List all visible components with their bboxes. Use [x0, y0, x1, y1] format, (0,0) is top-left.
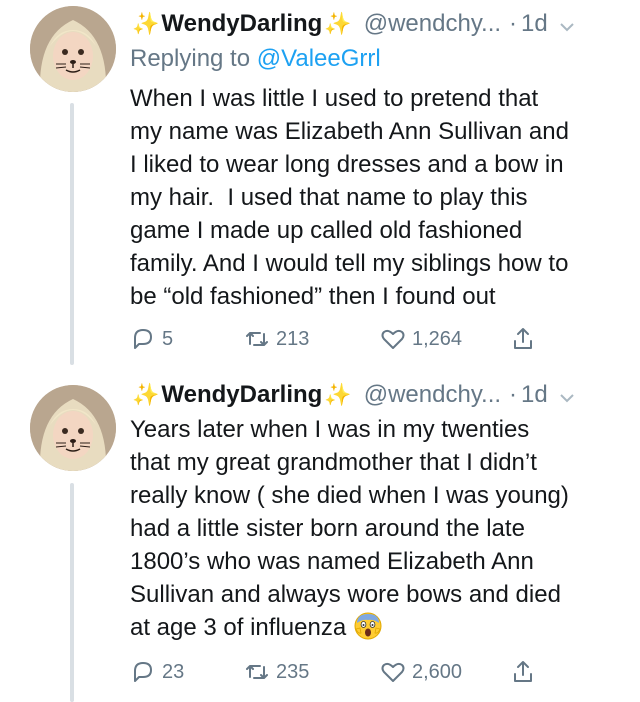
chevron-down-icon[interactable] — [558, 15, 576, 33]
user-handle[interactable]: @wendchy... — [364, 10, 501, 38]
tweet[interactable]: ✨ WendyDarling ✨ @wendchy... · 1d Replyi… — [0, 0, 640, 365]
tweet-text-body: Years later when I was in my twenties th… — [130, 416, 569, 641]
chevron-down-icon[interactable] — [558, 386, 576, 404]
reply-icon — [134, 662, 152, 682]
retweet-icon — [246, 665, 268, 679]
timestamp[interactable]: 1d — [521, 381, 548, 409]
share-icon — [514, 328, 532, 349]
avatar[interactable] — [30, 385, 116, 471]
like-button[interactable]: 2,600 — [380, 655, 462, 689]
tweet[interactable]: ✨ WendyDarling ✨ @wendchy... · 1d Years … — [0, 365, 640, 702]
face-screaming-in-fear-emoji — [353, 611, 383, 641]
separator: · — [509, 10, 518, 37]
display-name[interactable]: WendyDarling — [161, 381, 322, 409]
thread-line — [70, 103, 74, 365]
tweet-header: ✨ WendyDarling ✨ @wendchy... · 1d — [130, 6, 622, 42]
tweet-header: ✨ WendyDarling ✨ @wendchy... · 1d — [130, 377, 622, 413]
retweet-icon — [246, 332, 268, 346]
retweet-button[interactable]: 235 — [244, 655, 309, 689]
sparkles-icon: ✨ — [132, 11, 160, 36]
replying-to-label: Replying to — [130, 45, 251, 72]
heart-icon — [381, 329, 405, 349]
like-count: 1,264 — [412, 327, 463, 350]
tweet-content: ✨ WendyDarling ✨ @wendchy... · 1d Years … — [130, 377, 622, 644]
like-button[interactable]: 1,264 — [380, 322, 462, 356]
reply-count: 5 — [162, 327, 174, 350]
timestamp[interactable]: 1d — [521, 10, 548, 38]
like-count: 2,600 — [412, 660, 463, 683]
tweet-text: Years later when I was in my twenties th… — [130, 413, 622, 644]
share-button[interactable] — [510, 655, 536, 689]
display-name[interactable]: WendyDarling — [161, 10, 322, 38]
thread-line — [70, 483, 74, 702]
reply-button[interactable]: 5 — [130, 322, 173, 356]
avatar-image — [30, 6, 116, 92]
avatar-image — [30, 385, 116, 471]
share-icon — [514, 661, 532, 682]
reply-count: 23 — [162, 660, 185, 683]
tweet-text: When I was little I used to pretend that… — [130, 85, 569, 310]
retweet-button[interactable]: 213 — [244, 322, 309, 356]
reply-button[interactable]: 23 — [130, 655, 184, 689]
replying-to: Replying to @ValeeGrrl — [130, 42, 622, 76]
user-handle[interactable]: @wendchy... — [364, 381, 501, 409]
sparkles-icon: ✨ — [324, 382, 352, 407]
heart-icon — [381, 662, 405, 682]
separator: · — [509, 381, 518, 408]
avatar[interactable] — [30, 6, 116, 92]
sparkles-icon: ✨ — [324, 11, 352, 36]
retweet-count: 213 — [276, 327, 310, 350]
reply-icon — [134, 329, 152, 349]
tweet-content: ✨ WendyDarling ✨ @wendchy... · 1d Replyi… — [130, 6, 622, 313]
sparkles-icon: ✨ — [132, 382, 160, 407]
share-button[interactable] — [510, 322, 536, 356]
retweet-count: 235 — [276, 660, 310, 683]
reply-mention-link[interactable]: @ValeeGrrl — [257, 45, 381, 72]
